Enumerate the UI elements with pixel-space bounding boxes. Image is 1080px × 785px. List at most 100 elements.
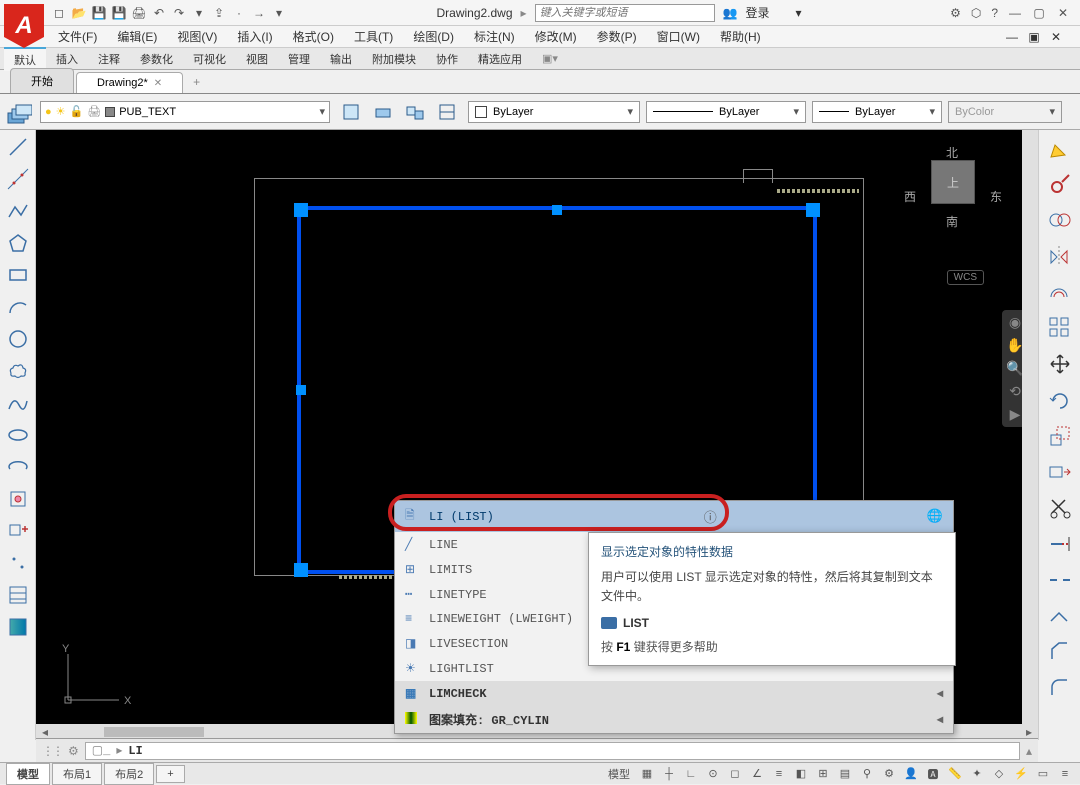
sc-toggle-icon[interactable]: ⊞ (814, 767, 832, 780)
help-icon[interactable]: ? (991, 6, 998, 20)
plotstyle-combo[interactable]: ByColor ▾ (948, 101, 1062, 123)
tool-stretch-icon[interactable] (1044, 458, 1076, 486)
menu-help[interactable]: 帮助(H) (712, 26, 769, 47)
signin-icon[interactable]: 👥 (723, 6, 738, 20)
scroll-thumb[interactable] (104, 727, 204, 737)
tool-trim-icon[interactable] (1044, 494, 1076, 522)
ellipse-tool-icon[interactable] (4, 422, 32, 448)
grip-top-mid[interactable] (552, 205, 562, 215)
command-input[interactable]: ▢_ ▸ LI (85, 742, 1020, 760)
doc-restore-button[interactable]: ▣ (1026, 30, 1042, 44)
xline-tool-icon[interactable] (4, 166, 32, 192)
cmdline-config-icon[interactable]: ⚙ (68, 744, 79, 758)
ellipse-arc-tool-icon[interactable] (4, 454, 32, 480)
tab-collaborate[interactable]: 协作 (426, 48, 468, 70)
viewcube-north[interactable]: 北 (946, 144, 958, 161)
menu-edit[interactable]: 编辑(E) (109, 26, 165, 47)
tab-annotate[interactable]: 注释 (88, 48, 130, 70)
tool-scale-icon[interactable] (1044, 422, 1076, 450)
ws-toggle-icon[interactable]: ⚙ (880, 767, 898, 780)
layout2-tab[interactable]: 布局2 (104, 763, 154, 785)
grip-bottom-left[interactable] (294, 563, 308, 577)
menu-draw[interactable]: 绘图(D) (405, 26, 462, 47)
menu-file[interactable]: 文件(F) (50, 26, 105, 47)
tab-drawing2[interactable]: Drawing2* ✕ (76, 72, 183, 93)
tab-addins[interactable]: 附加模块 (362, 48, 426, 70)
tool-pencil-icon[interactable] (1044, 134, 1076, 162)
doc-minimize-button[interactable]: — (1004, 30, 1020, 44)
share-icon[interactable]: ⇪ (210, 4, 228, 22)
maximize-button[interactable]: ▢ (1032, 6, 1046, 20)
cmdline-handle-icon[interactable]: ⋮⋮ (42, 744, 62, 758)
menu-parametric[interactable]: 参数(P) (589, 26, 645, 47)
nav-wheel-icon[interactable]: ◉ (1009, 314, 1021, 331)
add-layout-tab[interactable]: + (156, 765, 184, 783)
menu-tools[interactable]: 工具(T) (346, 26, 401, 47)
signin-label[interactable]: 登录 (746, 4, 770, 21)
layer-combo[interactable]: ● ☀ 🔓 🖨 PUB_TEXT ▾ (40, 101, 330, 123)
tab-featured[interactable]: 精选应用 (468, 48, 532, 70)
model-tab[interactable]: 模型 (6, 763, 50, 785)
add-tab-button[interactable]: + (185, 71, 208, 93)
tool-offset-icon[interactable] (1044, 278, 1076, 306)
scroll-right-icon[interactable]: ▸ (1020, 725, 1038, 739)
redo-icon[interactable]: ↷ (170, 4, 188, 22)
polar-toggle-icon[interactable]: ⊙ (704, 767, 722, 780)
gradient-tool-icon[interactable] (4, 614, 32, 640)
transparency-toggle-icon[interactable]: ◧ (792, 767, 810, 780)
iso-icon[interactable]: ◇ (990, 767, 1008, 780)
menu-window[interactable]: 窗口(W) (649, 26, 708, 47)
layer-tool1-icon[interactable] (336, 97, 366, 127)
tool-array-icon[interactable] (1044, 314, 1076, 342)
tool-chamfer-icon[interactable] (1044, 638, 1076, 666)
insert-block-tool-icon[interactable] (4, 486, 32, 512)
save-icon[interactable]: 💾 (90, 4, 108, 22)
tool-copy-icon[interactable] (1044, 206, 1076, 234)
layer-properties-icon[interactable] (4, 97, 34, 127)
tool-fillet-icon[interactable] (1044, 674, 1076, 702)
color-combo[interactable]: ByLayer ▾ (468, 101, 640, 123)
exchange-icon[interactable]: ⚙ (950, 6, 961, 20)
grip-top-left[interactable] (294, 203, 308, 217)
qat-more-icon[interactable]: ▾ (190, 4, 208, 22)
circle-tool-icon[interactable] (4, 326, 32, 352)
viewcube-top[interactable]: 上 (931, 160, 975, 204)
doc-close-button[interactable]: ✕ (1048, 30, 1064, 44)
nav-orbit-icon[interactable]: ⟲ (1009, 383, 1021, 400)
menu-format[interactable]: 格式(O) (285, 26, 342, 47)
search-input[interactable] (535, 4, 715, 22)
layout1-tab[interactable]: 布局1 (52, 763, 102, 785)
tool-rotate-icon[interactable] (1044, 386, 1076, 414)
viewcube-south[interactable]: 南 (946, 213, 958, 230)
hatch-tool-icon[interactable] (4, 582, 32, 608)
plot-icon[interactable]: 🖨 (130, 4, 148, 22)
line-tool-icon[interactable] (4, 134, 32, 160)
wcs-label[interactable]: WCS (947, 270, 984, 285)
tab-manage[interactable]: 管理 (278, 48, 320, 70)
open-icon[interactable]: 📂 (70, 4, 88, 22)
viewcube[interactable]: 北 西 东 上 南 (898, 140, 1008, 250)
ann-toggle-icon[interactable]: ⚲ (858, 767, 876, 780)
tab-default[interactable]: 默认 (4, 47, 46, 71)
lineweight-combo[interactable]: ByLayer ▾ (812, 101, 942, 123)
rectangle-tool-icon[interactable] (4, 262, 32, 288)
polygon-tool-icon[interactable] (4, 230, 32, 256)
ortho-toggle-icon[interactable]: ∟ (682, 768, 700, 780)
help-icon[interactable]: ⓘ (704, 507, 717, 526)
status-model-label[interactable]: 模型 (604, 766, 634, 782)
cmdline-up-icon[interactable]: ▴ (1026, 744, 1032, 758)
viewcube-west[interactable]: 西 (904, 188, 916, 205)
close-tab-icon[interactable]: ✕ (154, 78, 162, 89)
tool-mirror-icon[interactable] (1044, 242, 1076, 270)
tab-visualize[interactable]: 可视化 (183, 48, 236, 70)
vscroll[interactable] (1022, 130, 1038, 724)
aa-toggle-icon[interactable]: 👤 (902, 767, 920, 780)
grip-left-mid[interactable] (296, 385, 306, 395)
tool-break-icon[interactable] (1044, 566, 1076, 594)
polyline-tool-icon[interactable] (4, 198, 32, 224)
autocomplete-sysvar[interactable]: ▦LIMCHECK◂ (395, 681, 953, 706)
scroll-left-icon[interactable]: ◂ (36, 725, 54, 739)
close-button[interactable]: ✕ (1056, 6, 1070, 20)
minimize-button[interactable]: — (1008, 6, 1022, 20)
tool-move-icon[interactable] (1044, 350, 1076, 378)
